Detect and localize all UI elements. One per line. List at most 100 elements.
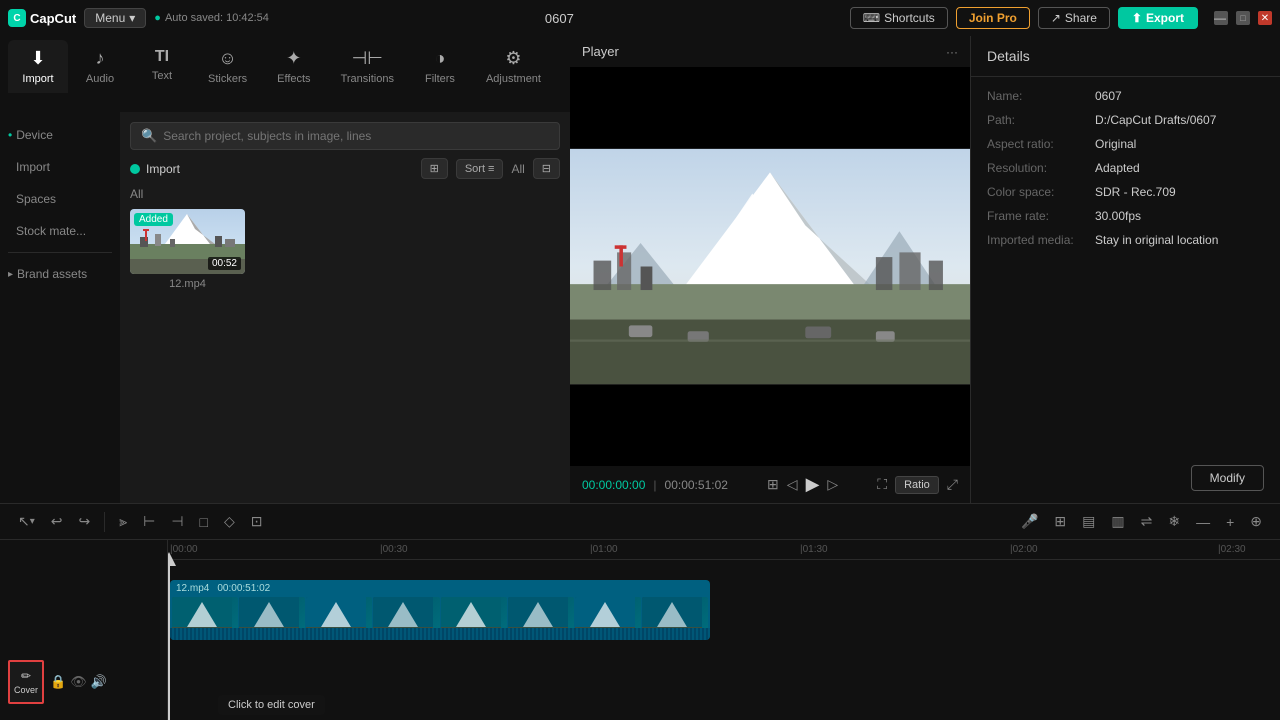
detail-row-resolution: Resolution: Adapted	[987, 161, 1264, 175]
sidebar-item-import[interactable]: Import	[4, 152, 116, 182]
join-pro-label: Join Pro	[969, 11, 1017, 25]
brand-assets-label: Brand assets	[17, 267, 87, 281]
close-button[interactable]: ✕	[1258, 11, 1272, 25]
filter-button[interactable]: ⊟	[533, 158, 560, 179]
share-label: Share	[1065, 11, 1097, 25]
sidebar-item-brand-assets[interactable]: ▸ Brand assets	[0, 259, 120, 289]
tab-filters[interactable]: ◑ Filters	[410, 40, 470, 93]
play-button[interactable]: ▶	[806, 474, 820, 495]
grid-view-icon[interactable]: ⊞	[767, 476, 779, 493]
clip-tool-button[interactable]: ◇	[218, 509, 241, 534]
audio-icon[interactable]: 🔊	[91, 674, 107, 690]
timeline-toolbar: ↖ ▾ ↩ ↪ ⫸ ⊢ ⊣ □ ◇ ⊡ 🎤	[0, 504, 1280, 540]
pencil-icon: ✏	[21, 669, 31, 683]
clip-strip-button[interactable]: ▥	[1105, 509, 1130, 534]
menu-button[interactable]: Menu ▾	[84, 8, 146, 28]
media-filename: 12.mp4	[130, 278, 245, 290]
tab-effects[interactable]: ✦ Effects	[263, 40, 324, 93]
project-title: 0607	[277, 11, 842, 26]
frame-back-icon[interactable]: ◁	[787, 476, 798, 493]
detail-row-imported: Imported media: Stay in original locatio…	[987, 233, 1264, 247]
ruler-mark-200: |02:00	[1010, 544, 1038, 555]
undo-button[interactable]: ↩	[45, 509, 69, 534]
panel-body: • Device Import Spaces Stock mate... ▸ B…	[0, 112, 570, 503]
split-button[interactable]: ⫸	[113, 509, 133, 534]
mic-icon: 🎤	[1021, 513, 1038, 530]
ruler-mark-230: |02:30	[1218, 544, 1246, 555]
join-pro-button[interactable]: Join Pro	[956, 7, 1030, 29]
sidebar-item-spaces[interactable]: Spaces	[4, 184, 116, 214]
list-item[interactable]: Added 00:52 12.mp4	[130, 209, 245, 290]
detail-label-aspect: Aspect ratio:	[987, 137, 1087, 151]
main-area: ⬇ Import ♪ Audio TI Text ☺ Stickers ✦ Ef…	[0, 36, 1280, 503]
shortcuts-button[interactable]: ⌨ Shortcuts	[850, 7, 948, 29]
split-icon: ⫸	[119, 513, 127, 530]
maximize-button[interactable]: □	[1236, 11, 1250, 25]
audio-strip-icon: ⊞	[1054, 513, 1066, 530]
video-strip-icon: ▤	[1082, 513, 1095, 530]
lock-icon[interactable]: 🔒	[50, 674, 66, 690]
ratio-button[interactable]: Ratio	[895, 476, 939, 494]
logo-icon: C	[8, 9, 26, 27]
detail-row-path: Path: D:/CapCut Drafts/0607	[987, 113, 1264, 127]
tab-text[interactable]: TI Text	[132, 40, 192, 90]
content-area: 🔍 Import ⊞ Sort ≡	[120, 112, 570, 503]
sidebar-stock-label: Stock mate...	[16, 224, 86, 238]
mic-button[interactable]: 🎤	[1015, 509, 1044, 534]
timeline-right-tools: 🎤 ⊞ ▤ ▥ ⇌ ❄ — + ⊕	[1015, 509, 1268, 534]
grid-icon: ⊞	[430, 162, 439, 175]
video-track[interactable]: 12.mp4 00:00:51:02	[170, 580, 710, 640]
tab-adjustment[interactable]: ⚙ Adjustment	[472, 40, 555, 93]
eye-icon[interactable]: 👁	[70, 674, 87, 690]
sidebar-item-stock-mate[interactable]: Stock mate...	[4, 216, 116, 246]
minimize-button[interactable]: —	[1214, 11, 1228, 25]
ruler-mark-130: |01:30	[800, 544, 828, 555]
image-tool-button[interactable]: ⊡	[245, 509, 269, 534]
link-button[interactable]: ⇌	[1135, 509, 1159, 534]
modify-button[interactable]: Modify	[1191, 465, 1264, 491]
plus-button[interactable]: +	[1220, 510, 1240, 534]
minus-button[interactable]: —	[1190, 510, 1216, 534]
redo-button[interactable]: ↪	[73, 509, 97, 534]
modify-label: Modify	[1210, 471, 1245, 485]
delete-button[interactable]: □	[194, 510, 214, 534]
detail-label-colorspace: Color space:	[987, 185, 1087, 199]
title-bar: C CapCut Menu ▾ ● Auto saved: 10:42:54 0…	[0, 0, 1280, 36]
detail-row-aspect: Aspect ratio: Original	[987, 137, 1264, 151]
audio-strip-button[interactable]: ⊞	[1048, 509, 1072, 534]
cover-button[interactable]: ✏ Cover	[8, 660, 44, 704]
tab-stickers[interactable]: ☺ Stickers	[194, 40, 261, 93]
ratio-label: Ratio	[904, 479, 930, 491]
sidebar-item-device[interactable]: • Device	[0, 120, 120, 150]
delete-icon: □	[200, 514, 208, 530]
media-duration: 00:52	[208, 257, 241, 270]
search-input[interactable]	[163, 129, 549, 143]
saved-dot-icon: ●	[154, 12, 161, 24]
detail-row-colorspace: Color space: SDR - Rec.709	[987, 185, 1264, 199]
player-menu-icon[interactable]: ···	[946, 45, 958, 59]
import-button[interactable]: Import	[130, 162, 180, 176]
menu-label: Menu	[95, 11, 125, 25]
import-tab-label: Import	[22, 73, 53, 85]
trim-right-button[interactable]: ⊣	[165, 509, 189, 534]
share-button[interactable]: ↗ Share	[1038, 7, 1110, 29]
frame-forward-icon[interactable]: ▷	[827, 476, 838, 493]
export-button[interactable]: ⬆ Export	[1118, 7, 1198, 29]
freeze-button[interactable]: ❄	[1162, 509, 1186, 534]
sort-icon: ≡	[488, 163, 494, 175]
sort-button[interactable]: Sort ≡	[456, 159, 504, 179]
timeline-tracks-label: ✏ Cover 🔒 👁 🔊	[0, 540, 168, 720]
fullscreen-icon[interactable]: ⛶	[877, 476, 887, 493]
tab-audio[interactable]: ♪ Audio	[70, 40, 130, 93]
expand-icon[interactable]: ⤢	[947, 476, 958, 493]
trim-left-button[interactable]: ⊢	[137, 509, 161, 534]
text-tab-label: Text	[152, 70, 172, 82]
undo-icon: ↩	[51, 513, 63, 530]
fit-button[interactable]: ⊕	[1244, 509, 1268, 534]
select-tool-button[interactable]: ↖ ▾	[12, 509, 41, 534]
grid-view-button[interactable]: ⊞	[421, 158, 448, 179]
video-strip-button[interactable]: ▤	[1076, 509, 1101, 534]
tab-import[interactable]: ⬇ Import	[8, 40, 68, 93]
tab-transitions[interactable]: ⊣⊢ Transitions	[327, 40, 408, 93]
app-logo: C CapCut	[8, 9, 76, 27]
